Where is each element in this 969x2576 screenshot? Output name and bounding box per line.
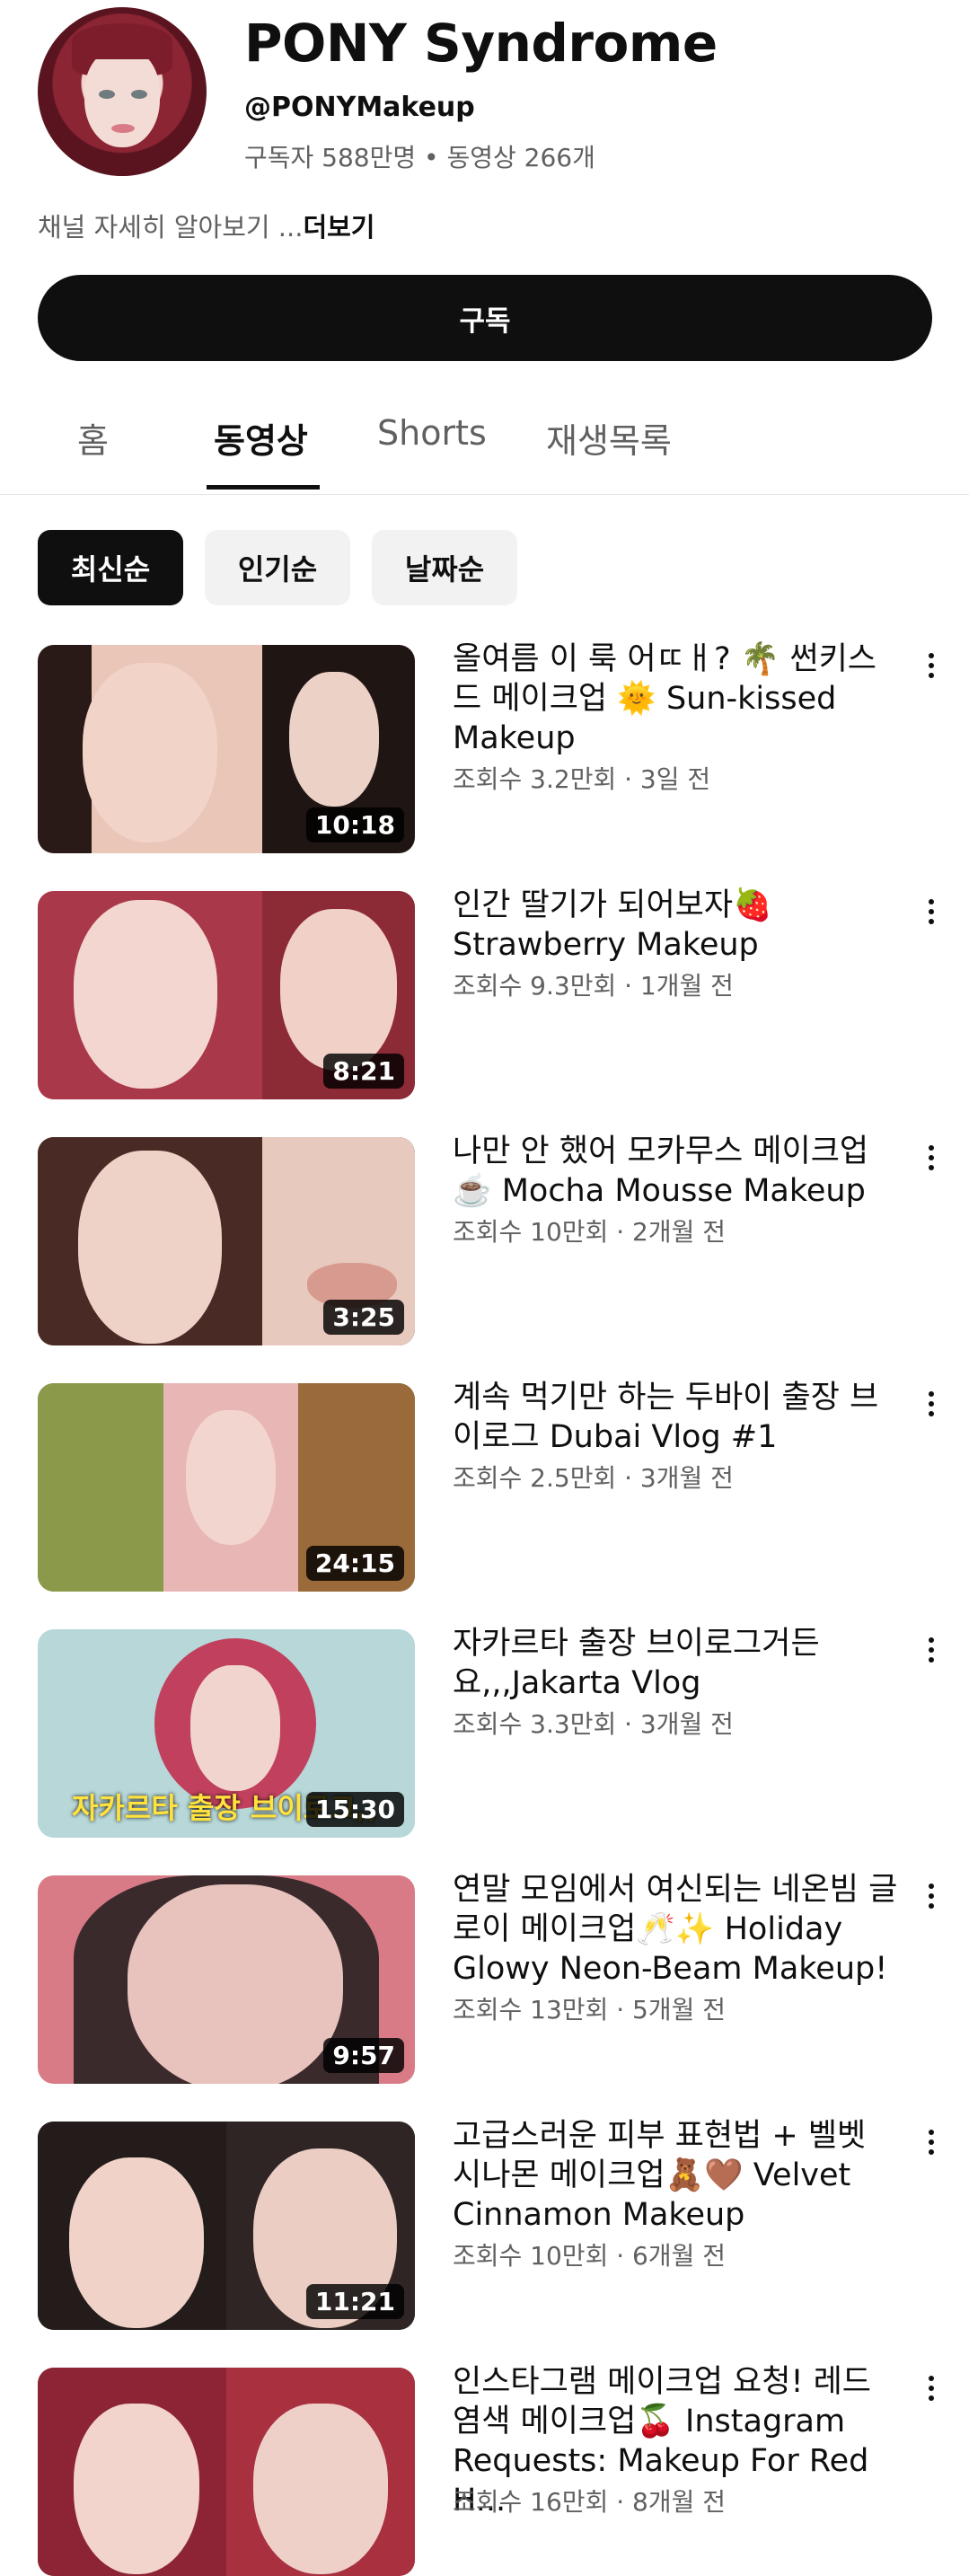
video-meta: 조회수 3.2만회 · 3일 전 [453,764,711,794]
channel-header: PONY Syndrome @PONYMakeup 구독자 588만명 • 동영… [0,0,969,180]
video-thumbnail[interactable]: 3:25 [38,1137,415,1345]
video-item[interactable]: 11:21 고급스러운 피부 표현법 + 벨벳 시나몬 메이크업🧸🤎 Velve… [0,2118,969,2330]
video-thumbnail[interactable]: 8:21 [38,891,415,1099]
video-meta: 조회수 9.3만회 · 1개월 전 [453,971,734,1001]
video-thumbnail[interactable]: 자카르타 출장 브이로그,, 15:30 [38,1629,415,1838]
subscribe-button[interactable]: 구독 [38,275,932,361]
active-tab-indicator [207,485,320,490]
chip-popular[interactable]: 인기순 [205,530,350,605]
video-item[interactable]: 자카르타 출장 브이로그,, 15:30 자카르타 출장 브이로그거든요,,,J… [0,1626,969,1838]
video-title[interactable]: 인간 딸기가 되어보자🍓 Strawberry Makeup [453,886,902,965]
more-options-icon[interactable] [920,1635,943,1671]
video-meta: 조회수 10만회 · 2개월 전 [453,1217,727,1247]
video-meta: 조회수 10만회 · 6개월 전 [453,2241,727,2271]
more-options-icon[interactable] [920,2373,943,2409]
more-options-icon[interactable] [920,2127,943,2163]
video-title[interactable]: 계속 먹기만 하는 두바이 출장 브이로그 Dubai Vlog #1 [453,1378,902,1457]
channel-avatar[interactable] [38,7,207,176]
video-duration: 8:21 [323,1054,404,1089]
video-item[interactable]: 3:25 나만 안 했어 모카무스 메이크업 ☕️ Mocha Mousse M… [0,1134,969,1345]
video-title[interactable]: 나만 안 했어 모카무스 메이크업 ☕️ Mocha Mousse Makeup [453,1132,902,1211]
video-title[interactable]: 고급스러운 피부 표현법 + 벨벳 시나몬 메이크업🧸🤎 Velvet Cinn… [453,2116,902,2235]
video-thumbnail[interactable]: 24:15 [38,1383,415,1592]
channel-stats: 구독자 588만명 • 동영상 266개 [244,143,595,172]
video-duration: 15:30 [305,1792,404,1827]
video-thumbnail[interactable]: 10:18 [38,645,415,853]
video-meta: 조회수 3.3만회 · 3개월 전 [453,1709,734,1739]
channel-tabs: 홈 동영상 Shorts 재생목록 [0,386,969,495]
channel-handle: @PONYMakeup [244,92,475,123]
more-options-icon[interactable] [920,1881,943,1917]
video-duration: 3:25 [323,1300,404,1335]
video-thumbnail[interactable]: 9:57 [38,1875,415,2084]
video-duration: 9:57 [323,2038,404,2073]
tab-videos[interactable]: 동영상 [214,413,308,463]
tab-playlists[interactable]: 재생목록 [546,413,672,463]
video-meta: 조회수 13만회 · 5개월 전 [453,1995,727,2025]
chip-oldest[interactable]: 날짜순 [372,530,517,605]
video-item[interactable]: 10:18 올여름 이 룩 어ㄸㅐ? 🌴 썬키스드 메이크업 🌞 Sun-kis… [0,641,969,853]
about-prefix: 채널 자세히 알아보기 ... [38,212,304,243]
video-title[interactable]: 연말 모임에서 여신되는 네온빔 글로이 메이크업🥂✨ Holiday Glow… [453,1870,902,1989]
more-options-icon[interactable] [920,650,943,686]
more-options-icon[interactable] [920,1142,943,1178]
tab-shorts[interactable]: Shorts [377,413,487,453]
video-item[interactable]: 8:21 인간 딸기가 되어보자🍓 Strawberry Makeup 조회수 … [0,887,969,1099]
video-title[interactable]: 올여름 이 룩 어ㄸㅐ? 🌴 썬키스드 메이크업 🌞 Sun-kissed Ma… [453,640,902,758]
about-more-link[interactable]: 더보기 [303,212,374,243]
video-meta: 조회수 2.5만회 · 3개월 전 [453,1463,734,1493]
more-options-icon[interactable] [920,896,943,932]
video-item[interactable]: 9:57 연말 모임에서 여신되는 네온빔 글로이 메이크업🥂✨ Holiday… [0,1872,969,2084]
tab-home[interactable]: 홈 [77,413,109,463]
video-duration: 11:21 [305,2284,404,2319]
video-item[interactable]: 인스타그램 메이크업 요청! 레드 염색 메이크업🍒 Instagram Req… [0,2364,969,2576]
channel-name: PONY Syndrome [244,13,718,74]
video-thumbnail[interactable]: 11:21 [38,2122,415,2330]
more-options-icon[interactable] [920,1389,943,1425]
chip-latest[interactable]: 최신순 [38,530,183,605]
channel-about-link[interactable]: 채널 자세히 알아보기 ...더보기 [38,207,374,244]
video-duration: 24:15 [305,1546,404,1581]
video-title[interactable]: 자카르타 출장 브이로그거든요,,,Jakarta Vlog [453,1624,902,1703]
video-item[interactable]: 24:15 계속 먹기만 하는 두바이 출장 브이로그 Dubai Vlog #… [0,1380,969,1592]
video-meta: 조회수 16만회 · 8개월 전 [453,2487,727,2517]
sort-chips: 최신순 인기순 날짜순 [0,530,969,607]
video-duration: 10:18 [305,807,404,842]
video-thumbnail[interactable] [38,2368,415,2576]
